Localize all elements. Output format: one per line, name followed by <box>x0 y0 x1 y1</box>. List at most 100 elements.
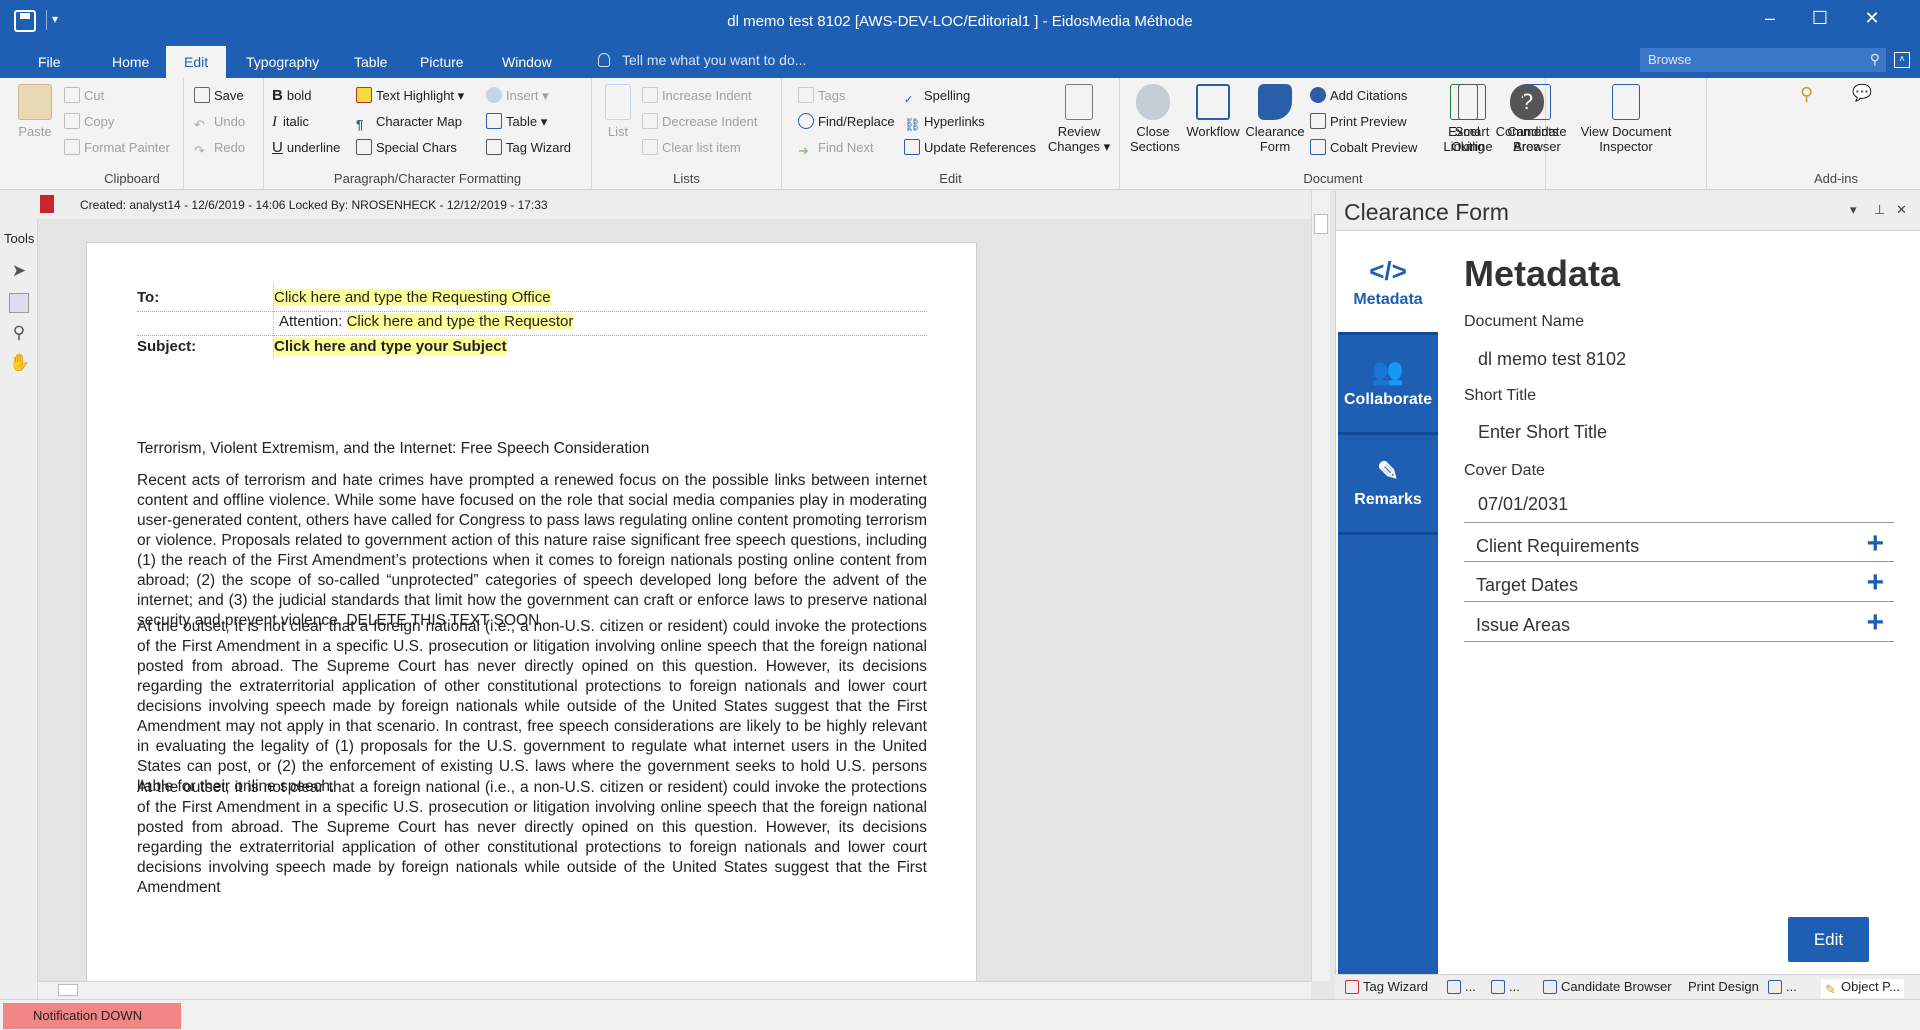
tab-typography[interactable]: Typography <box>230 50 335 74</box>
addin-icon[interactable]: ⚲ <box>1800 84 1813 104</box>
document-name-field[interactable]: dl memo test 8102 <box>1478 349 1626 370</box>
text-highlight-button[interactable]: Text Highlight ▾ <box>356 86 464 106</box>
increase-indent-button[interactable]: Increase Indent <box>642 86 752 106</box>
document-canvas[interactable]: To: Click here and type the Requesting O… <box>38 219 1311 981</box>
minimize-button[interactable]: – <box>1750 8 1790 29</box>
tab-edit[interactable]: Edit <box>166 46 227 80</box>
to-field[interactable]: Click here and type the Requesting Offic… <box>274 289 551 306</box>
tab-item[interactable]: ... <box>1491 979 1520 994</box>
edit-button[interactable]: Edit <box>1788 917 1869 962</box>
tab-window[interactable]: Window <box>486 50 568 74</box>
cover-date-field[interactable]: 07/01/2031 <box>1478 494 1568 515</box>
character-map-button[interactable]: ¶ Character Map <box>356 112 462 132</box>
chat-icon[interactable]: 💬 <box>1852 84 1872 104</box>
view-document-label-1: View Document <box>1580 124 1672 139</box>
tab-object-properties[interactable]: ✎ Object P... <box>1821 979 1905 998</box>
cobalt-preview-button[interactable]: Cobalt Preview <box>1310 138 1417 158</box>
add-citations-button[interactable]: Add Citations <box>1310 86 1407 106</box>
expand-plus-icon[interactable]: + <box>1866 568 1884 598</box>
spelling-button[interactable]: ✓ Spelling <box>904 86 970 106</box>
tags-button[interactable]: Tags <box>798 86 845 106</box>
review-changes-button[interactable]: Review Changes ▾ <box>1044 84 1114 154</box>
clearance-form-button[interactable]: Clearance Form <box>1244 84 1306 154</box>
paragraph-3[interactable]: At the outset, it is not clear that a fo… <box>137 778 927 898</box>
horizontal-scrollbar[interactable] <box>38 981 1311 999</box>
vertical-scrollbar[interactable] <box>1311 191 1330 981</box>
cut-button[interactable]: Cut <box>64 86 104 106</box>
issue-areas-section[interactable]: Issue Areas + <box>1464 601 1894 642</box>
tab-candidate-browser[interactable]: Candidate Browser <box>1543 979 1672 994</box>
document-page[interactable]: To: Click here and type the Requesting O… <box>86 242 977 981</box>
tab-picture[interactable]: Picture <box>404 50 480 74</box>
short-title-input[interactable]: Enter Short Title <box>1478 422 1607 443</box>
search-icon[interactable]: ⚲ <box>1870 51 1880 68</box>
nav-remarks[interactable]: ✎ Remarks <box>1338 435 1438 532</box>
copy-button[interactable]: Copy <box>64 112 114 132</box>
hyperlinks-button[interactable]: ⛓ Hyperlinks <box>904 112 985 132</box>
view-document-inspector-button[interactable]: View Document Inspector <box>1576 84 1676 154</box>
zoom-icon[interactable]: ⚲ <box>9 323 29 343</box>
bold-button[interactable]: Bbold <box>272 86 311 106</box>
insert-button[interactable]: Insert ▾ <box>486 86 549 106</box>
title-bar: ▾ dl memo test 8102 [AWS-DEV-LOC/Editori… <box>0 0 1920 42</box>
italic-button[interactable]: Iitalic <box>272 112 309 132</box>
expand-plus-icon[interactable]: + <box>1866 529 1884 559</box>
binoculars-icon <box>798 113 814 129</box>
nav-collaborate[interactable]: 👥 Collaborate <box>1338 335 1438 432</box>
print-preview-button[interactable]: Print Preview <box>1310 112 1407 132</box>
paste-button[interactable]: Paste <box>12 84 58 139</box>
tab-home[interactable]: Home <box>96 50 165 74</box>
workflow-button[interactable]: Workflow <box>1182 84 1244 139</box>
tab-file[interactable]: File <box>22 50 77 74</box>
insert-label: Insert <box>506 88 539 103</box>
tab-table[interactable]: Table <box>338 50 403 74</box>
close-button[interactable]: ✕ <box>1852 8 1892 29</box>
scroll-thumb[interactable] <box>58 984 78 996</box>
browse-input[interactable]: Browse ⚲ <box>1640 48 1886 72</box>
tell-me-search[interactable]: Tell me what you want to do... <box>598 52 806 68</box>
attention-row: Attention: Click here and type the Reque… <box>279 313 574 330</box>
find-replace-button[interactable]: Find/Replace <box>798 112 895 132</box>
update-references-button[interactable]: Update References <box>904 138 1036 158</box>
nav-metadata-label: Metadata <box>1353 291 1423 308</box>
smart-outline-button[interactable]: Smart Outline <box>1442 84 1502 154</box>
subject-field[interactable]: Click here and type your Subject <box>274 338 507 355</box>
select-pointer-icon[interactable]: ➤ <box>9 261 29 281</box>
attention-field[interactable]: Click here and type the Requestor <box>346 313 574 330</box>
table-button[interactable]: Table ▾ <box>486 112 547 132</box>
find-next-label: Find Next <box>818 140 874 155</box>
code-icon: </> <box>1369 256 1407 286</box>
notification-status[interactable]: Notification DOWN <box>3 1003 181 1029</box>
close-sections-button[interactable]: Close Sections <box>1130 84 1180 154</box>
indent-icon <box>642 87 658 103</box>
hand-icon[interactable]: ✋ <box>9 353 30 373</box>
tab-tag-wizard[interactable]: Tag Wizard <box>1345 979 1428 994</box>
paragraph-1[interactable]: Recent acts of terrorism and hate crimes… <box>137 471 927 631</box>
tag-wizard-button[interactable]: Tag Wizard <box>486 138 571 158</box>
text-tool-icon[interactable] <box>9 293 29 313</box>
format-painter-button[interactable]: Format Painter <box>64 138 170 158</box>
panel-close-icon[interactable]: ✕ <box>1896 202 1907 218</box>
document-heading[interactable]: Terrorism, Violent Extremism, and the In… <box>137 439 927 459</box>
object-icon: ✎ <box>1825 982 1836 997</box>
paragraph-2[interactable]: At the outset, it is not clear that a fo… <box>137 617 927 797</box>
panel-menu-icon[interactable]: ▾ <box>1850 202 1857 218</box>
find-next-button[interactable]: ➜ Find Next <box>798 138 874 158</box>
scroll-thumb[interactable] <box>1314 214 1328 234</box>
pin-icon[interactable]: ⊥ <box>1874 202 1885 218</box>
maximize-button[interactable]: ☐ <box>1800 8 1840 29</box>
tab-item[interactable]: ... <box>1447 979 1476 994</box>
list-button[interactable]: List <box>600 84 636 139</box>
clear-list-item-button[interactable]: Clear list item <box>642 138 741 158</box>
underline-button[interactable]: Uunderline <box>272 138 340 158</box>
expand-plus-icon[interactable]: + <box>1866 608 1884 638</box>
close-circle-icon <box>1136 84 1170 120</box>
candidate-browser-button[interactable]: Candidate Browser <box>1502 84 1572 154</box>
tab-item[interactable]: ... <box>1768 979 1797 994</box>
tab-print-design[interactable]: Print Design <box>1688 979 1759 994</box>
special-chars-button[interactable]: Special Chars <box>356 138 457 158</box>
collapse-ribbon-icon[interactable]: ˄ <box>1894 52 1910 68</box>
document-icon <box>40 195 54 213</box>
decrease-indent-button[interactable]: Decrease Indent <box>642 112 757 132</box>
nav-metadata[interactable]: </> Metadata <box>1338 235 1438 332</box>
